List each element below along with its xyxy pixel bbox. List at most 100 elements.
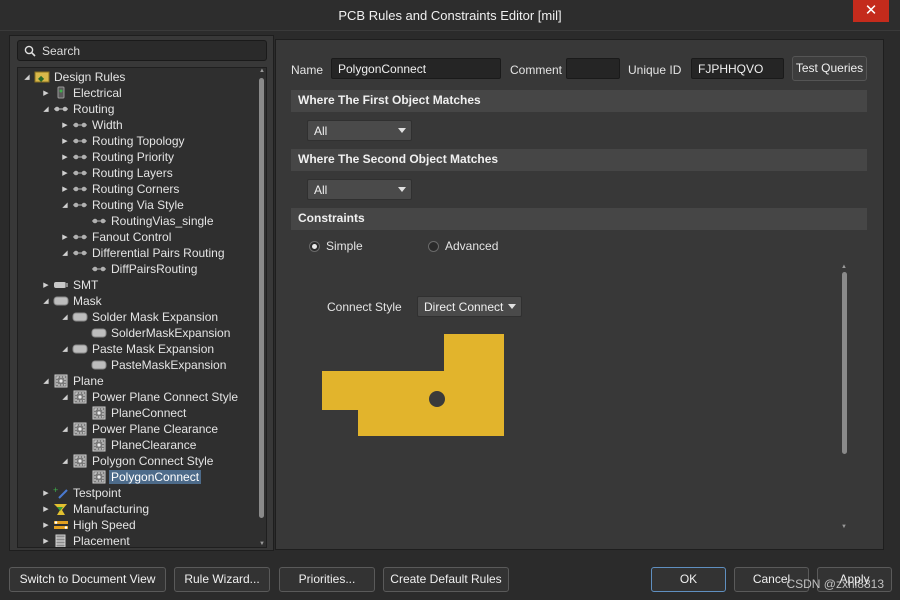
- collapsed-arrow-icon[interactable]: ▶: [60, 181, 70, 197]
- tree-item-solder-mask-expansion[interactable]: ◢ Solder Mask Expansion: [18, 309, 258, 325]
- rule-icon: [72, 151, 88, 164]
- high-speed-icon: [53, 519, 69, 532]
- expanded-arrow-icon[interactable]: ◢: [60, 197, 70, 213]
- tree-item-routing-via-style[interactable]: ◢ Routing Via Style: [18, 197, 258, 213]
- tree-item-paste-mask-expansion[interactable]: ◢ Paste Mask Expansion: [18, 341, 258, 357]
- simple-radio[interactable]: Simple: [309, 239, 363, 253]
- manufacturing-icon: [53, 503, 69, 516]
- tree-item-planeconnect[interactable]: PlaneConnect: [18, 405, 258, 421]
- name-field[interactable]: PolygonConnect: [331, 58, 501, 79]
- second-object-dropdown[interactable]: All: [307, 179, 412, 200]
- collapsed-arrow-icon[interactable]: ▶: [41, 485, 51, 501]
- collapsed-arrow-icon[interactable]: ▶: [60, 149, 70, 165]
- tree-item-routing[interactable]: ◢ Routing: [18, 101, 258, 117]
- connect-style-dropdown[interactable]: Direct Connect: [417, 296, 522, 317]
- ok-button[interactable]: OK: [651, 567, 726, 592]
- tree-scrollbar[interactable]: [259, 78, 264, 518]
- collapsed-arrow-icon[interactable]: ▶: [60, 229, 70, 245]
- constraints-scroll-up[interactable]: ▲: [841, 264, 847, 270]
- collapsed-arrow-icon[interactable]: ▶: [60, 165, 70, 181]
- plane-icon: [91, 406, 107, 420]
- tree-item-routing-layers[interactable]: ▶ Routing Layers: [18, 165, 258, 181]
- tree-item-mask[interactable]: ◢ Mask: [18, 293, 258, 309]
- tree-item-pastemaskexpansion[interactable]: PasteMaskExpansion: [18, 357, 258, 373]
- tree-item-manufacturing[interactable]: ▶ Manufacturing: [18, 501, 258, 517]
- collapsed-arrow-icon[interactable]: ▶: [41, 85, 51, 101]
- tree-scroll-up[interactable]: ▲: [259, 68, 265, 74]
- comment-field[interactable]: [566, 58, 620, 79]
- tree-item-soldermaskexpansion[interactable]: SolderMaskExpansion: [18, 325, 258, 341]
- constraints-scrollbar[interactable]: [842, 272, 847, 454]
- collapsed-arrow-icon[interactable]: ▶: [41, 277, 51, 293]
- test-queries-button[interactable]: Test Queries: [792, 56, 867, 81]
- tree-item-power-plane-clearance[interactable]: ◢ Power Plane Clearance: [18, 421, 258, 437]
- tree-item-power-plane-connect-style[interactable]: ◢ Power Plane Connect Style: [18, 389, 258, 405]
- polygon-copper-shape: [322, 334, 504, 436]
- tree-item-plane[interactable]: ◢ Plane: [18, 373, 258, 389]
- tree-item-planeclearance[interactable]: PlaneClearance: [18, 437, 258, 453]
- tree-item-testpoint[interactable]: ▶ + Testpoint: [18, 485, 258, 501]
- direct-connect-preview: [322, 334, 504, 436]
- expanded-arrow-icon[interactable]: ◢: [41, 373, 51, 389]
- title-bar: PCB Rules and Constraints Editor [mil] ✕: [0, 0, 900, 31]
- tree-item-placement[interactable]: ▶ Placement: [18, 533, 258, 547]
- expanded-arrow-icon[interactable]: ◢: [60, 389, 70, 405]
- tree-scroll-down[interactable]: ▼: [259, 541, 265, 547]
- collapsed-arrow-icon[interactable]: ▶: [60, 117, 70, 133]
- connect-style-label: Connect Style: [327, 300, 402, 314]
- expanded-arrow-icon[interactable]: ◢: [41, 101, 51, 117]
- tree-item-differential-pairs-routing[interactable]: ◢ Differential Pairs Routing: [18, 245, 258, 261]
- tree-item-design-rules[interactable]: ◢ ◆ Design Rules: [18, 69, 258, 85]
- tree-item-routing-priority[interactable]: ▶ Routing Priority: [18, 149, 258, 165]
- create-default-rules-button[interactable]: Create Default Rules: [383, 567, 509, 592]
- collapsed-arrow-icon[interactable]: ▶: [60, 133, 70, 149]
- unique-id-field[interactable]: FJPHHQVO: [691, 58, 784, 79]
- tree-item-label: Routing Layers: [92, 166, 173, 180]
- expanded-arrow-icon[interactable]: ◢: [22, 69, 32, 85]
- tree-item-label: SolderMaskExpansion: [111, 326, 231, 340]
- collapsed-arrow-icon[interactable]: ▶: [41, 517, 51, 533]
- tree-item-diffpairsrouting[interactable]: DiffPairsRouting: [18, 261, 258, 277]
- tree-item-width[interactable]: ▶ Width: [18, 117, 258, 133]
- tree-item-polygonconnect[interactable]: PolygonConnect: [18, 469, 258, 485]
- tree-item-routing-corners[interactable]: ▶ Routing Corners: [18, 181, 258, 197]
- tree-item-polygon-connect-style[interactable]: ◢ Polygon Connect Style: [18, 453, 258, 469]
- expanded-arrow-icon[interactable]: ◢: [60, 245, 70, 261]
- first-object-dropdown[interactable]: All: [307, 120, 412, 141]
- tree-item-smt[interactable]: ▶ SMT: [18, 277, 258, 293]
- rule-wizard-button[interactable]: Rule Wizard...: [174, 567, 270, 592]
- plane-icon: [91, 438, 107, 452]
- switch-to-document-view-button[interactable]: Switch to Document View: [9, 567, 166, 592]
- priorities-button[interactable]: Priorities...: [279, 567, 375, 592]
- tree-item-routingvias-single[interactable]: RoutingVias_single: [18, 213, 258, 229]
- tree-item-fanout-control[interactable]: ▶ Fanout Control: [18, 229, 258, 245]
- tree-item-label: Electrical: [73, 86, 122, 100]
- expanded-arrow-icon[interactable]: ◢: [60, 341, 70, 357]
- expanded-arrow-icon[interactable]: ◢: [41, 293, 51, 309]
- search-input[interactable]: Search: [17, 40, 267, 61]
- advanced-radio[interactable]: Advanced: [428, 239, 498, 253]
- expanded-arrow-icon[interactable]: ◢: [60, 453, 70, 469]
- first-object-header: Where The First Object Matches: [291, 90, 867, 112]
- constraints-scroll-down[interactable]: ▼: [841, 524, 847, 530]
- expanded-arrow-icon[interactable]: ◢: [60, 421, 70, 437]
- collapsed-arrow-icon[interactable]: ▶: [41, 501, 51, 517]
- plane-icon: [72, 422, 88, 436]
- tree-item-label: RoutingVias_single: [111, 214, 214, 228]
- tree-item-routing-topology[interactable]: ▶ Routing Topology: [18, 133, 258, 149]
- watermark-text: CSDN @zxhl8313: [786, 577, 884, 591]
- plane-icon: [72, 454, 88, 468]
- tree-item-high-speed[interactable]: ▶ High Speed: [18, 517, 258, 533]
- collapsed-arrow-icon[interactable]: ▶: [41, 533, 51, 547]
- svg-text:+: +: [53, 486, 58, 495]
- tree-item-electrical[interactable]: ▶ Electrical: [18, 85, 258, 101]
- close-button[interactable]: ✕: [853, 0, 889, 22]
- pad-hole-icon: [429, 391, 445, 407]
- expanded-arrow-icon[interactable]: ◢: [60, 309, 70, 325]
- connect-style-value: Direct Connect: [424, 300, 504, 314]
- electrical-icon: [53, 86, 69, 100]
- tree-item-label: Paste Mask Expansion: [92, 342, 215, 356]
- comment-label: Comment: [510, 63, 563, 77]
